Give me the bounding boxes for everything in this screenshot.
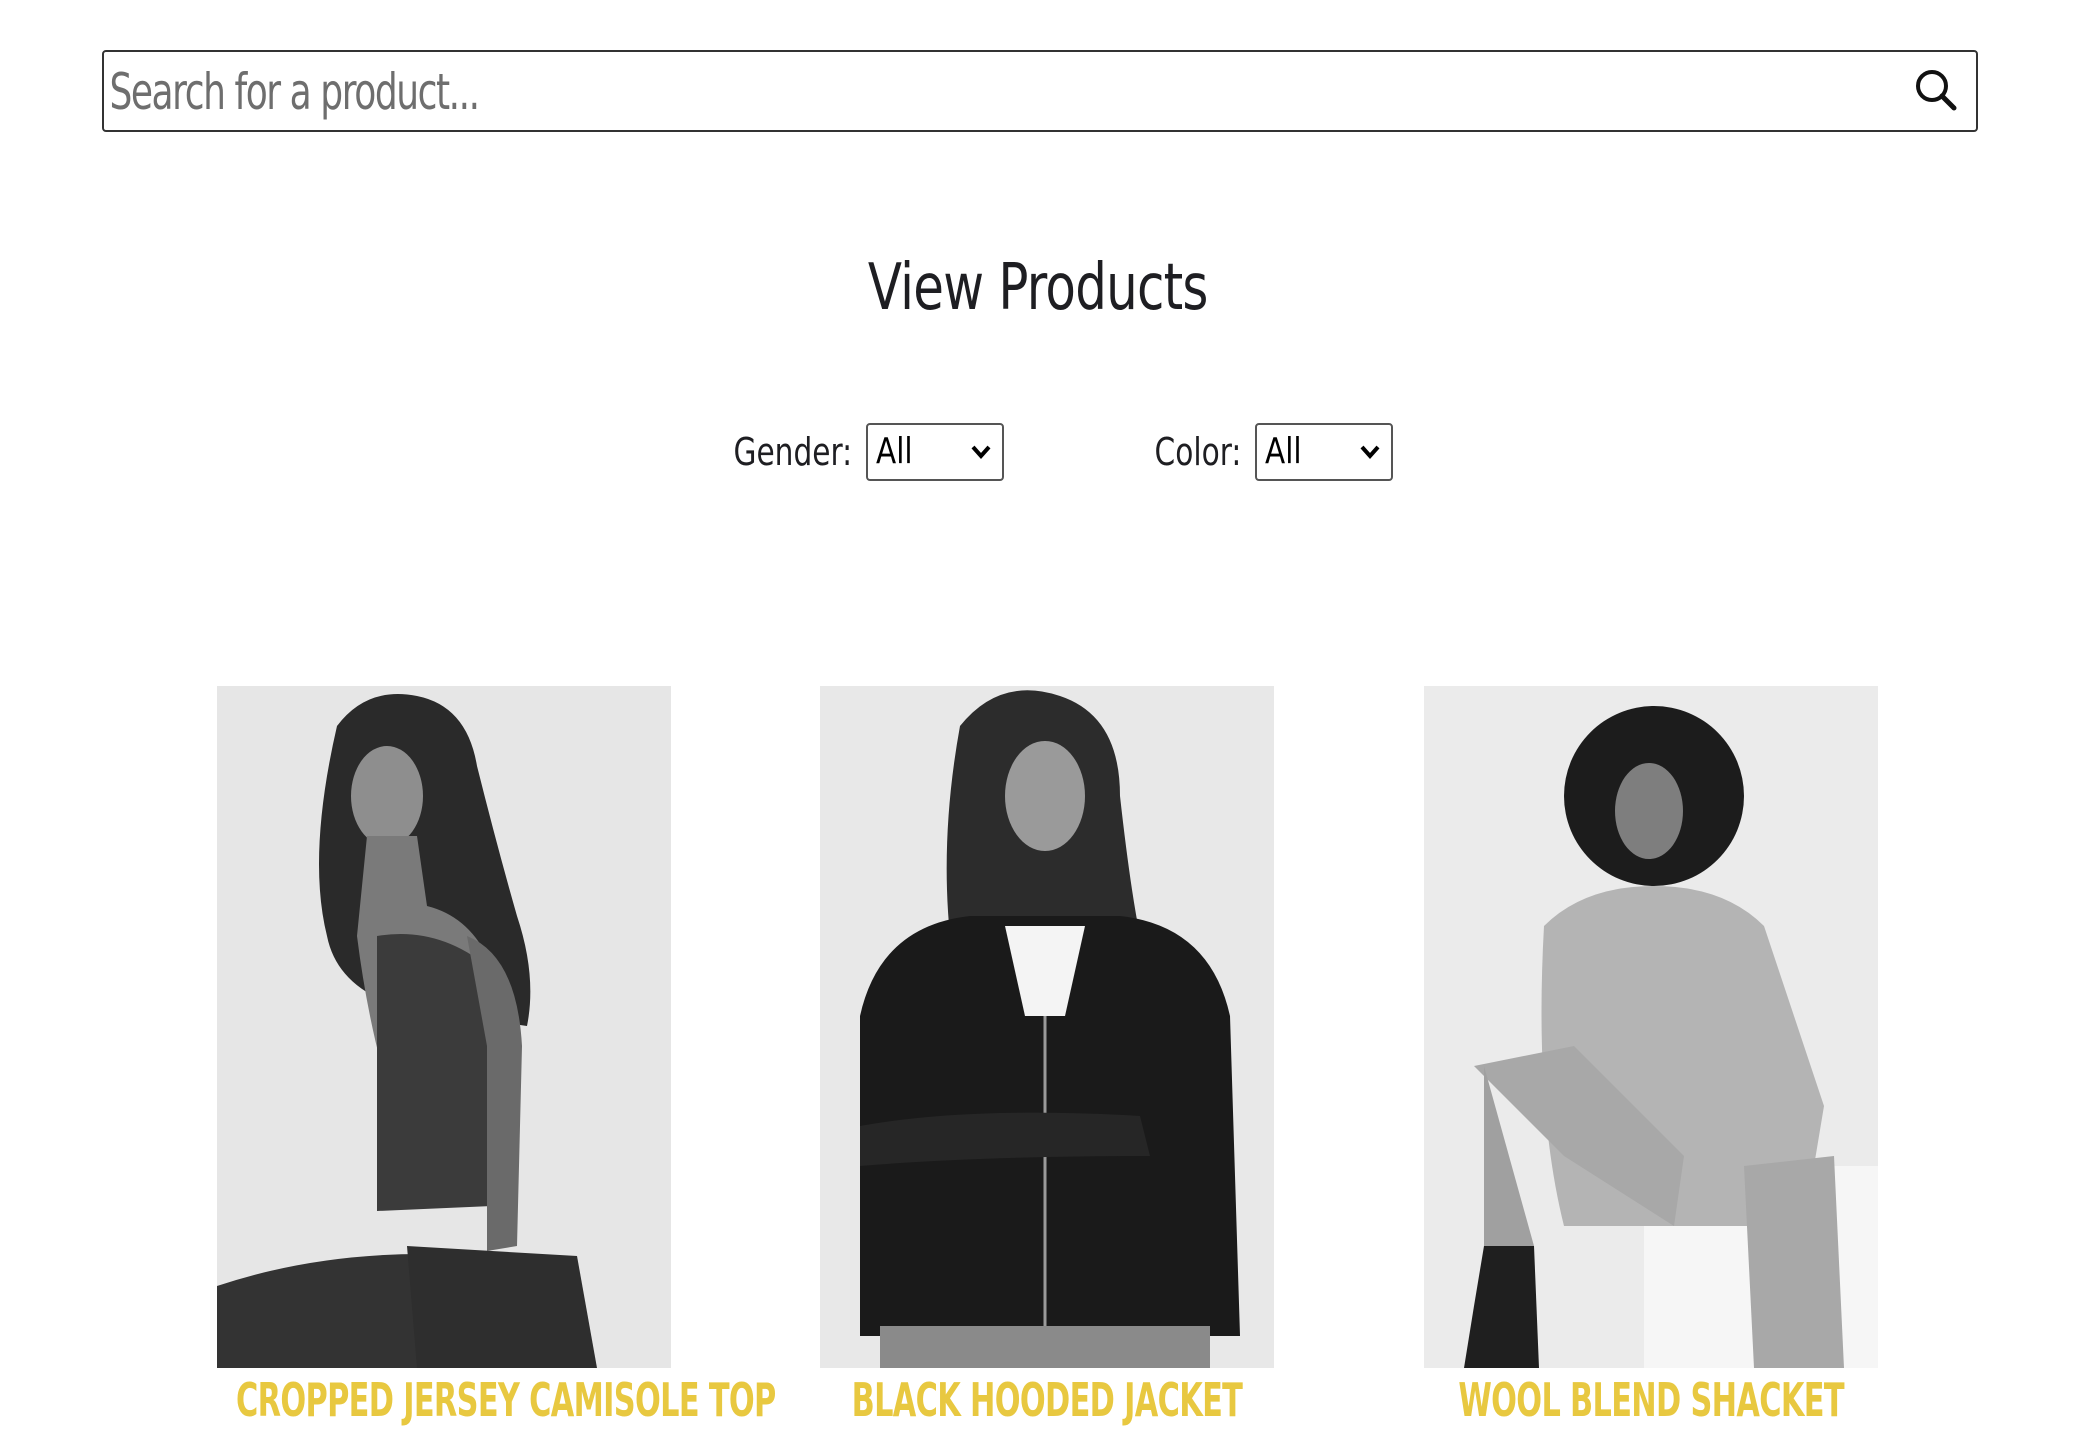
page-title: View Products [868,251,1209,325]
gender-filter: Gender: All [700,422,1005,482]
color-select-value: All [1265,431,1302,472]
search-bar[interactable] [102,50,1978,132]
product-image[interactable] [1424,686,1878,1368]
product-photo [820,686,1274,1368]
product-name[interactable]: WOOL BLEND SHACKET [1304,1372,1998,1428]
color-select[interactable]: All [1255,423,1394,481]
color-label: Color: [1154,430,1242,474]
gender-select-value: All [876,431,913,472]
gender-select[interactable]: All [866,423,1005,481]
product-name[interactable]: CROPPED JERSEY CAMISOLE TOP [97,1372,791,1428]
product-card[interactable]: BLACK HOODED JACKET [820,686,1274,1427]
product-image[interactable] [217,686,671,1368]
product-photo [1424,686,1878,1368]
chevron-down-icon [1360,445,1380,460]
chevron-down-icon [971,445,991,460]
product-photo [217,686,671,1368]
page: View Products Gender: All Color: All [0,0,2076,1438]
product-card[interactable]: CROPPED JERSEY CAMISOLE TOP [217,686,776,1427]
color-filter: Color: All [1130,422,1394,482]
search-icon[interactable] [1912,66,1960,114]
product-image[interactable] [820,686,1274,1368]
product-card[interactable]: WOOL BLEND SHACKET [1424,686,1878,1427]
gender-label: Gender: [733,430,853,474]
product-name[interactable]: BLACK HOODED JACKET [700,1372,1394,1428]
search-input[interactable] [108,56,1393,128]
